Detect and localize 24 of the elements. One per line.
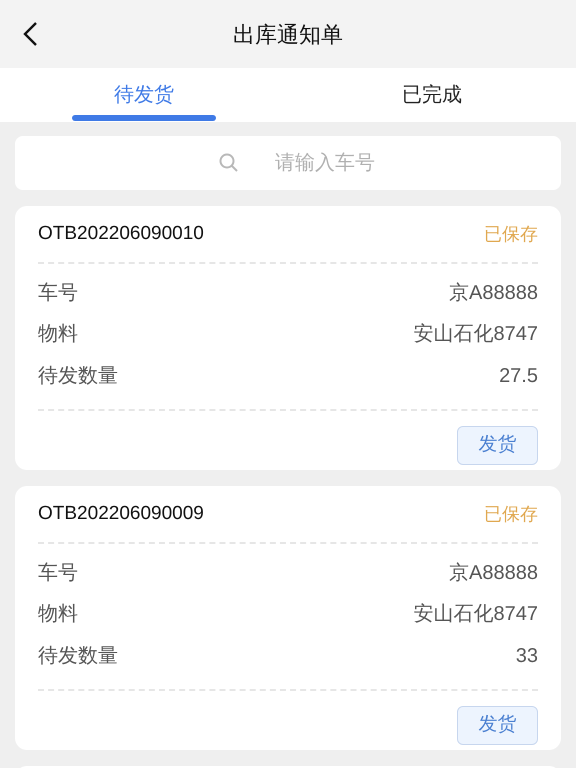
field-label: 车号: [38, 280, 78, 306]
ship-button[interactable]: 发货: [457, 706, 538, 744]
order-status: 已保存: [484, 222, 538, 246]
tab[interactable]: 已完成: [288, 68, 576, 122]
order-number: OTB202206090010: [38, 222, 204, 246]
page-title: 出库通知单: [233, 20, 343, 48]
field-label: 车号: [38, 560, 78, 586]
order-status: 已保存: [484, 502, 538, 526]
order-number: OTB202206090009: [38, 502, 204, 526]
field-value: 33: [516, 644, 538, 669]
search-icon: [219, 153, 239, 173]
field-label: 物料: [38, 602, 78, 628]
field-value: 安山石化8747: [414, 322, 538, 348]
back-icon: [22, 21, 38, 47]
tab[interactable]: 待发货: [0, 68, 288, 122]
field-label: 物料: [38, 322, 78, 348]
field-value: 京A88888: [449, 280, 538, 306]
field-label: 待发数量: [38, 364, 118, 389]
search-field[interactable]: 请输入车号: [15, 136, 561, 190]
field-value: 安山石化8747: [414, 602, 538, 628]
field-label: 待发数量: [38, 644, 118, 669]
ship-button[interactable]: 发货: [457, 426, 538, 464]
field-value: 京A88888: [449, 560, 538, 586]
field-value: 27.5: [499, 364, 538, 389]
